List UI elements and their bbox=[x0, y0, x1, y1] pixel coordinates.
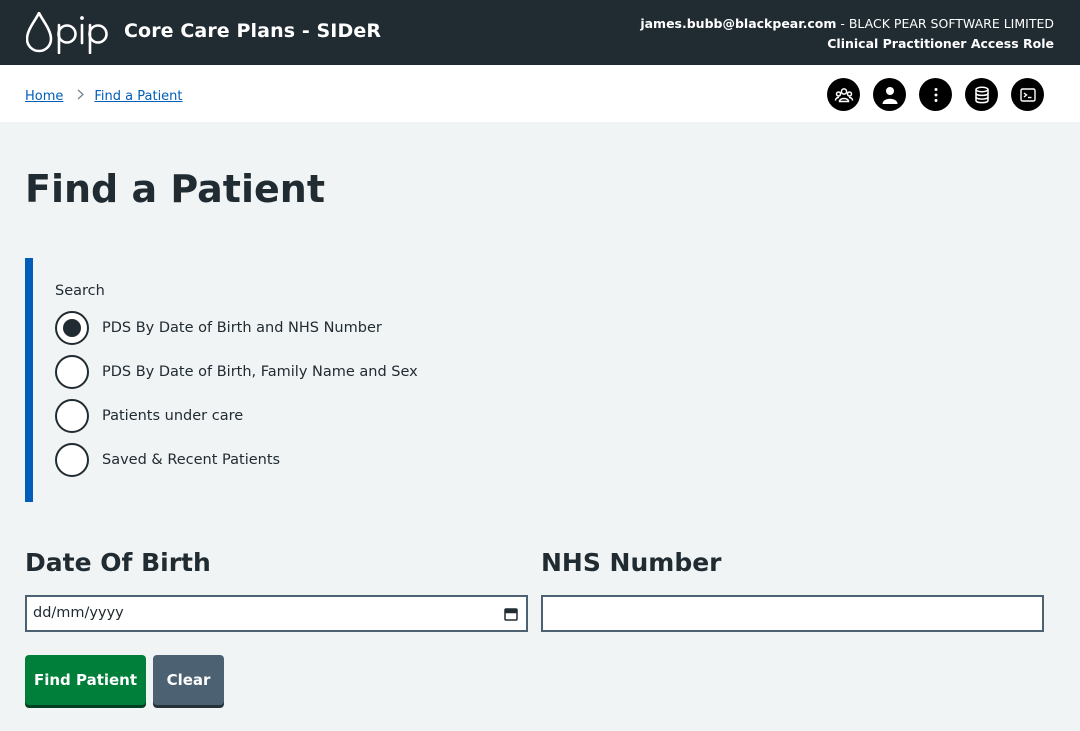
user-organisation: - BLACK PEAR SOFTWARE LIMITED bbox=[836, 16, 1054, 31]
terminal-button[interactable] bbox=[1011, 78, 1044, 111]
radio-label: PDS By Date of Birth, Family Name and Se… bbox=[102, 364, 418, 380]
search-type-fieldset: Search PDS By Date of Birth and NHS Numb… bbox=[25, 258, 633, 502]
pip-logo-graphic bbox=[25, 10, 108, 55]
radio-patients-under-care[interactable]: Patients under care bbox=[55, 399, 243, 433]
clear-button[interactable]: Clear bbox=[153, 655, 224, 705]
user-email: james.bubb@blackpear.com bbox=[640, 16, 837, 31]
more-options-button[interactable] bbox=[919, 78, 952, 111]
radio-label: Saved & Recent Patients bbox=[102, 452, 281, 468]
radio-button-selected[interactable] bbox=[55, 311, 89, 345]
page-title: Find a Patient bbox=[25, 167, 325, 211]
dob-placeholder: dd/mm/yyyy bbox=[33, 605, 124, 621]
chevron-right-icon bbox=[77, 89, 85, 104]
radio-dot bbox=[63, 319, 81, 337]
breadcrumb: Home Find a Patient bbox=[25, 89, 183, 104]
calendar-icon[interactable] bbox=[504, 606, 518, 625]
breadcrumb-home-link[interactable]: Home bbox=[25, 89, 63, 104]
more-vertical-icon bbox=[934, 87, 937, 102]
user-account-line: james.bubb@blackpear.com - BLACK PEAR SO… bbox=[640, 14, 1054, 34]
find-patient-button[interactable]: Find Patient bbox=[25, 655, 146, 705]
group-button[interactable] bbox=[827, 78, 860, 111]
user-icon bbox=[882, 86, 897, 104]
nhs-number-input[interactable] bbox=[541, 595, 1044, 632]
user-profile-button[interactable] bbox=[873, 78, 906, 111]
dob-input[interactable]: dd/mm/yyyy bbox=[25, 595, 528, 632]
radio-label: PDS By Date of Birth and NHS Number bbox=[102, 320, 382, 336]
radio-pds-dob-nhs[interactable]: PDS By Date of Birth and NHS Number bbox=[55, 311, 382, 345]
toolbar bbox=[827, 78, 1044, 111]
nhs-number-label: NHS Number bbox=[541, 548, 722, 577]
terminal-icon bbox=[1019, 87, 1036, 102]
database-icon bbox=[974, 86, 989, 103]
pip-logo[interactable] bbox=[25, 10, 116, 55]
radio-button[interactable] bbox=[55, 355, 89, 389]
radio-saved-recent[interactable]: Saved & Recent Patients bbox=[55, 443, 280, 477]
user-info: james.bubb@blackpear.com - BLACK PEAR SO… bbox=[640, 14, 1054, 54]
database-button[interactable] bbox=[965, 78, 998, 111]
radio-label: Patients under care bbox=[102, 408, 244, 424]
breadcrumb-find-patient-link[interactable]: Find a Patient bbox=[94, 89, 182, 104]
radio-button[interactable] bbox=[55, 443, 89, 477]
breadcrumb-bar: Home Find a Patient bbox=[0, 65, 1080, 122]
radio-button[interactable] bbox=[55, 399, 89, 433]
group-icon bbox=[834, 87, 853, 102]
user-role: Clinical Practitioner Access Role bbox=[827, 36, 1054, 51]
search-legend: Search bbox=[55, 283, 105, 299]
app-header: Core Care Plans - SIDeR james.bubb@black… bbox=[0, 0, 1080, 65]
app-title: Core Care Plans - SIDeR bbox=[124, 20, 382, 42]
radio-pds-dob-family-sex[interactable]: PDS By Date of Birth, Family Name and Se… bbox=[55, 355, 418, 389]
dob-label: Date Of Birth bbox=[25, 548, 211, 577]
